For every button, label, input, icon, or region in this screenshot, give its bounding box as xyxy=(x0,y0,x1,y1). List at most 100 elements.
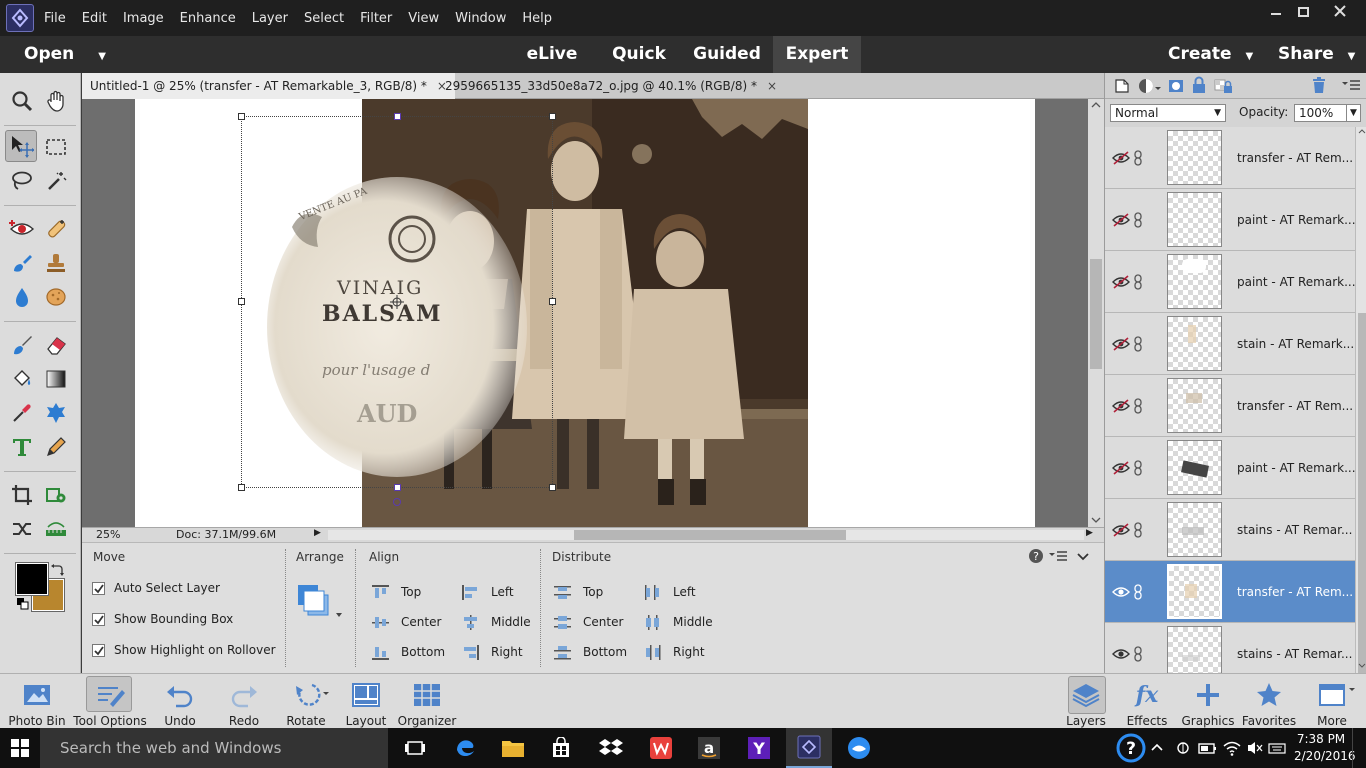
menu-item-select[interactable]: Select xyxy=(304,11,344,26)
menu-item-file[interactable]: File xyxy=(44,11,66,26)
align-top-button[interactable]: Top xyxy=(372,577,445,607)
layout-button[interactable]: Layout xyxy=(340,674,392,729)
organizer-button[interactable]: Organizer xyxy=(396,674,458,729)
menu-item-window[interactable]: Window xyxy=(455,11,506,26)
volume-muted-icon[interactable] xyxy=(1246,740,1264,756)
photo-bin-button[interactable]: Photo Bin xyxy=(6,674,68,729)
menu-item-layer[interactable]: Layer xyxy=(252,11,288,26)
align-left-button[interactable]: Left xyxy=(462,577,531,607)
redo-button[interactable]: Redo xyxy=(216,674,272,729)
link-icon[interactable] xyxy=(1133,584,1143,600)
collapse-panel-icon[interactable] xyxy=(1076,549,1090,563)
eraser-tool-icon[interactable] xyxy=(40,329,72,361)
scrollbar-thumb[interactable] xyxy=(574,530,846,540)
edge-browser-icon[interactable] xyxy=(442,728,488,768)
taskbar-clock[interactable]: 7:38 PM 2/20/2016 xyxy=(1294,731,1356,765)
crop-tool-icon[interactable] xyxy=(6,479,38,511)
eye-hidden-icon[interactable] xyxy=(1112,213,1130,227)
layer-row[interactable]: paint - AT Remark... xyxy=(1105,251,1356,313)
blend-mode-select[interactable]: Normal ▼ xyxy=(1110,104,1226,122)
horizontal-scrollbar[interactable] xyxy=(328,530,1084,540)
close-window-button[interactable] xyxy=(1318,0,1362,22)
eye-hidden-icon[interactable] xyxy=(1112,337,1130,351)
status-menu-arrow-icon[interactable]: ▶ xyxy=(314,528,321,538)
photoshop-organizer-taskbar-icon[interactable] xyxy=(836,728,882,768)
distribute-top-button[interactable]: Top xyxy=(554,577,627,607)
rotate-handle-icon[interactable] xyxy=(392,497,402,507)
canvas-area[interactable]: VINAIG BALSAM pour l'usage d AUD VENTE A… xyxy=(82,99,1088,527)
layers-menu-icon[interactable] xyxy=(1341,78,1361,92)
link-icon[interactable] xyxy=(1133,336,1143,352)
eye-hidden-icon[interactable] xyxy=(1112,275,1130,289)
lock-transparent-icon[interactable] xyxy=(1213,76,1233,94)
layer-row[interactable]: stains - AT Remar... xyxy=(1105,623,1355,673)
vertical-scrollbar[interactable] xyxy=(1088,99,1104,527)
panel-menu-icon[interactable] xyxy=(1048,549,1068,563)
app-logo-icon[interactable] xyxy=(6,4,34,32)
layer-row[interactable]: transfer - AT Rem... xyxy=(1105,127,1355,189)
mode-guided[interactable]: Guided xyxy=(690,36,764,73)
keyboard-icon[interactable] xyxy=(1268,740,1286,756)
eye-icon[interactable] xyxy=(1112,647,1130,661)
link-icon[interactable] xyxy=(1133,646,1143,662)
scroll-right-icon[interactable]: ▶ xyxy=(1086,528,1093,538)
content-aware-move-icon[interactable] xyxy=(6,513,38,545)
align-right-button[interactable]: Right xyxy=(462,637,531,667)
favorites-button[interactable]: Favorites xyxy=(1240,674,1298,729)
link-icon[interactable] xyxy=(1133,398,1143,414)
layer-row[interactable]: paint - AT Remark... xyxy=(1105,437,1356,499)
custom-shape-icon[interactable] xyxy=(40,397,72,429)
align-bottom-button[interactable]: Bottom xyxy=(372,637,445,667)
eye-hidden-icon[interactable] xyxy=(1112,523,1130,537)
red-eye-icon[interactable] xyxy=(6,213,38,245)
wifi-icon[interactable] xyxy=(1222,739,1242,757)
show-highlight-option[interactable]: Show Highlight on Rollover xyxy=(92,643,276,657)
menu-item-view[interactable]: View xyxy=(408,11,439,26)
yahoo-icon[interactable]: Y xyxy=(736,728,782,768)
pencil-tool-icon[interactable] xyxy=(40,431,72,463)
hand-tool-icon[interactable] xyxy=(40,85,72,117)
tray-network-sharing-icon[interactable] xyxy=(1174,740,1192,756)
paint-bucket-icon[interactable] xyxy=(6,363,38,395)
layer-row[interactable]: stain - AT Remark... xyxy=(1105,313,1355,375)
distribute-left-button[interactable]: Left xyxy=(644,577,713,607)
menu-item-edit[interactable]: Edit xyxy=(82,11,107,26)
menu-item-enhance[interactable]: Enhance xyxy=(180,11,236,26)
spot-healing-icon[interactable] xyxy=(40,213,72,245)
wps-office-icon[interactable] xyxy=(638,728,684,768)
smart-brush-icon[interactable] xyxy=(6,247,38,279)
layer-row[interactable]: paint - AT Remark... xyxy=(1105,189,1356,251)
eyedropper-icon[interactable] xyxy=(6,397,38,429)
eye-hidden-icon[interactable] xyxy=(1112,461,1130,475)
layers-button[interactable]: Layers xyxy=(1058,674,1114,729)
create-button[interactable]: Create ▼ xyxy=(1168,36,1258,73)
zoom-level[interactable]: 25% xyxy=(96,528,120,541)
type-tool-icon[interactable] xyxy=(6,431,38,463)
delete-layer-icon[interactable] xyxy=(1311,76,1327,94)
eye-hidden-icon[interactable] xyxy=(1112,151,1130,165)
rotate-button[interactable]: Rotate xyxy=(278,674,334,729)
new-layer-icon[interactable] xyxy=(1113,77,1131,95)
link-icon[interactable] xyxy=(1133,274,1143,290)
share-button[interactable]: Share ▼ xyxy=(1278,36,1364,73)
link-icon[interactable] xyxy=(1133,212,1143,228)
amazon-icon[interactable]: a xyxy=(686,728,732,768)
menu-item-help[interactable]: Help xyxy=(522,11,552,26)
taskbar-search-field[interactable]: Search the web and Windows xyxy=(40,728,388,768)
foreground-color-swatch[interactable] xyxy=(15,562,49,596)
windows-start-icon[interactable] xyxy=(0,728,40,768)
link-icon[interactable] xyxy=(1133,150,1143,166)
transform-handle[interactable] xyxy=(549,298,556,305)
lock-all-icon[interactable] xyxy=(1191,76,1207,94)
tab-untitled-1[interactable]: Untitled-1 @ 25% (transfer - AT Remarkab… xyxy=(82,73,455,99)
eye-icon[interactable] xyxy=(1112,585,1130,599)
mode-quick[interactable]: Quick xyxy=(604,36,674,73)
sponge-tool-icon[interactable] xyxy=(40,281,72,313)
eye-hidden-icon[interactable] xyxy=(1112,399,1130,413)
magic-wand-icon[interactable] xyxy=(40,165,72,197)
tab-photo-jpg[interactable]: 2959665135_33d50e8a72_o.jpg @ 40.1% (RGB… xyxy=(437,73,785,99)
transform-handle[interactable] xyxy=(549,484,556,491)
gradient-tool-icon[interactable] xyxy=(40,363,72,395)
zoom-tool-icon[interactable] xyxy=(6,85,38,117)
show-bounding-box-checkbox[interactable] xyxy=(92,612,105,626)
